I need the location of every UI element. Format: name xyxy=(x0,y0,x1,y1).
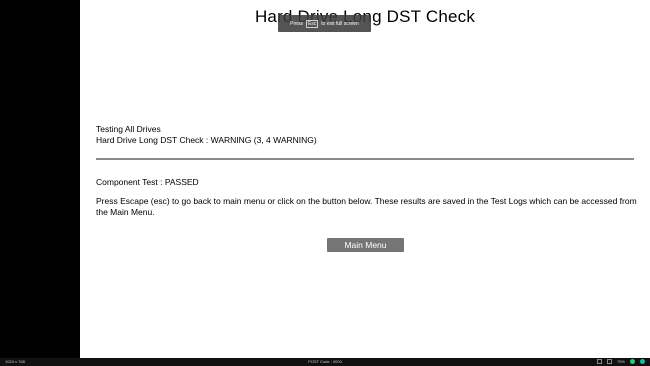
connection-indicator-icon xyxy=(640,359,645,364)
post-code-label: POST Code : 0000 xyxy=(308,359,342,364)
zoom-label[interactable]: 75% xyxy=(617,359,625,364)
console-status-bar: 1024 x 768 POST Code : 0000 75% xyxy=(0,358,650,366)
status-tray: 75% xyxy=(596,359,645,364)
main-menu-button[interactable]: Main Menu xyxy=(327,238,404,252)
toast-suffix: to exit full screen xyxy=(321,20,359,27)
toast-prefix: Press xyxy=(290,20,303,27)
status-line-testing: Testing All Drives xyxy=(96,124,161,134)
component-test-result: Component Test : PASSED xyxy=(96,177,199,187)
fullscreen-toast: Press Esc to exit full screen xyxy=(278,15,371,32)
esc-key-badge: Esc xyxy=(305,19,319,28)
divider xyxy=(96,158,634,160)
remote-console-screen: Hard Drive Long DST Check Press Esc to e… xyxy=(0,0,650,366)
test-status: Testing All Drives Hard Drive Long DST C… xyxy=(96,124,317,146)
monitor-icon[interactable] xyxy=(606,359,612,364)
status-indicator-icon xyxy=(630,359,635,364)
instructions-text: Press Escape (esc) to go back to main me… xyxy=(96,196,637,217)
status-line-result: Hard Drive Long DST Check : WARNING (3, … xyxy=(96,135,317,145)
left-black-area xyxy=(0,0,80,358)
window-icon[interactable] xyxy=(596,359,602,364)
diagnostics-panel: Hard Drive Long DST Check Press Esc to e… xyxy=(80,0,650,358)
